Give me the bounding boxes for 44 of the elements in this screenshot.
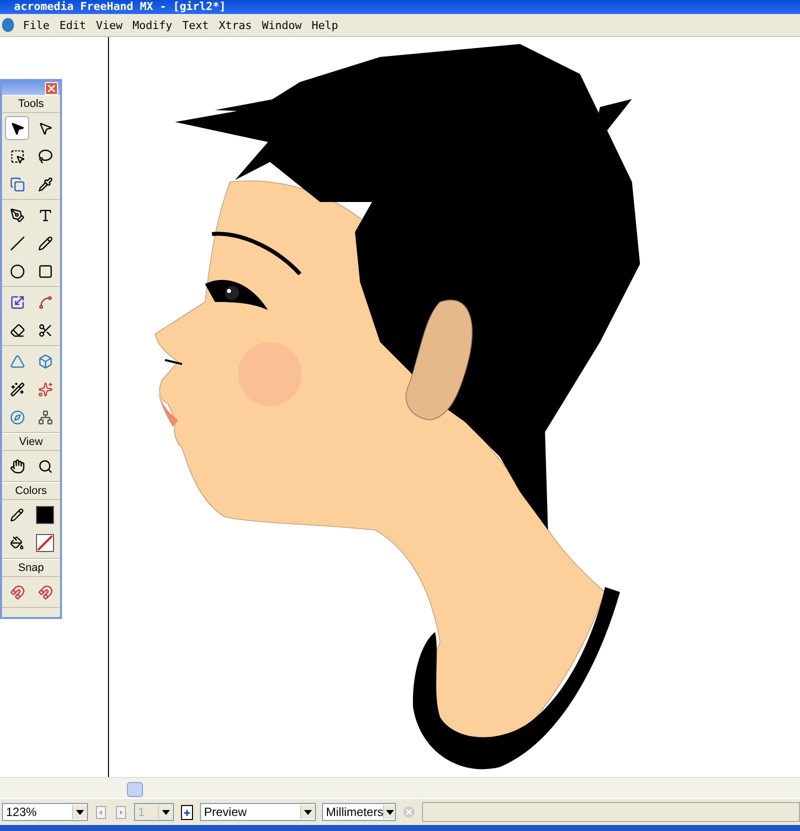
view-mode-dropdown[interactable]: Preview: [200, 803, 316, 821]
tool-button[interactable]: [33, 503, 57, 527]
hand-icon: [10, 458, 24, 474]
zoom-dropdown[interactable]: 123%: [2, 803, 88, 821]
menu-item[interactable]: Window: [256, 18, 307, 32]
hierarchy-icon: [38, 410, 52, 424]
text-icon: [38, 208, 52, 222]
snap-icon: [10, 584, 24, 600]
pointer-icon: [10, 120, 24, 136]
add-page-icon[interactable]: [180, 804, 194, 820]
menu-item[interactable]: Edit: [54, 18, 91, 32]
tool-button[interactable]: [5, 116, 29, 140]
menu-item[interactable]: Modify: [128, 18, 178, 32]
menu-item[interactable]: View: [91, 18, 128, 32]
eraser-icon: [10, 322, 24, 338]
ellipse-icon: [10, 264, 24, 278]
pen-icon: [10, 208, 24, 222]
menu-item[interactable]: File: [18, 18, 54, 32]
window-title: acromedia FreeHand MX - [girl2*]: [14, 0, 226, 14]
menu-item[interactable]: Help: [306, 18, 344, 32]
pencil-icon: [38, 236, 52, 250]
eyedropper-icon: [38, 176, 52, 192]
units-dropdown[interactable]: Millimeters: [322, 803, 396, 821]
panel-section-title: Snap: [2, 559, 60, 577]
snap-icon: [38, 584, 52, 600]
no-fill-swatch: [36, 534, 54, 552]
subselect-icon: [38, 120, 52, 136]
rectangle-icon: [38, 264, 52, 278]
fill-icon: [10, 536, 24, 550]
menu-item[interactable]: Xtras: [214, 18, 257, 32]
zoom-icon: [38, 458, 52, 474]
line-icon: [10, 236, 24, 250]
stroke-icon: [10, 508, 24, 522]
panel-section-title: View: [2, 433, 60, 451]
menu-item[interactable]: Text: [177, 18, 214, 32]
panel-section-title: Tools: [2, 95, 60, 113]
scroll-thumb[interactable]: [127, 782, 143, 797]
lasso-icon: [38, 148, 52, 164]
horizontal-scrollbar[interactable]: [0, 777, 800, 798]
close-icon[interactable]: [45, 82, 58, 94]
stroke-swatch: [36, 506, 54, 524]
app-icon: [2, 18, 14, 32]
panel-section-title: Colors: [2, 482, 60, 500]
tool-button[interactable]: [33, 531, 57, 555]
